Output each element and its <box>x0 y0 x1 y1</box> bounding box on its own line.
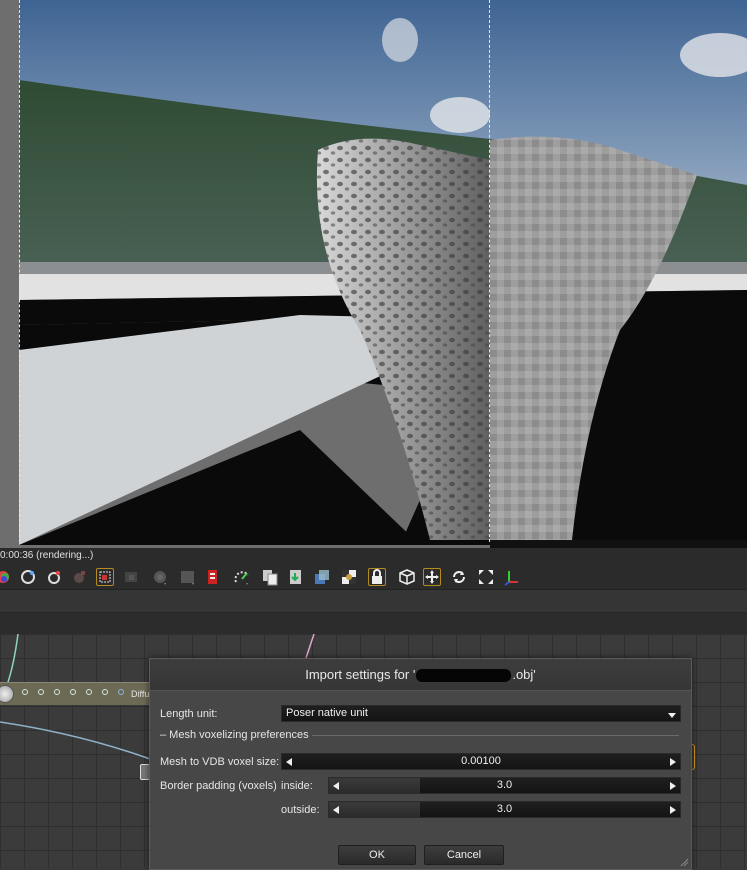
redacted-filename <box>416 669 512 683</box>
download-icon[interactable] <box>287 568 305 586</box>
move-icon[interactable] <box>423 568 441 586</box>
node-port[interactable] <box>22 689 28 695</box>
status-bar: 0:00:36 (rendering...) <box>0 548 747 565</box>
render-icon[interactable] <box>0 568 12 586</box>
border-padding-label: Border padding (voxels) <box>160 780 277 792</box>
inside-value: 3.0 <box>496 779 513 791</box>
chevron-down-icon <box>668 713 676 718</box>
node-port[interactable] <box>86 689 92 695</box>
cancel-button[interactable]: Cancel <box>424 845 504 865</box>
outside-label: outside: <box>281 804 320 816</box>
voxel-size-label: Mesh to VDB voxel size: <box>160 756 280 768</box>
expand-icon[interactable] <box>477 568 495 586</box>
import-settings-dialog: Import settings for ' .obj' Length unit: … <box>149 658 692 870</box>
render-toolbar <box>0 565 747 590</box>
grayed-render-icon[interactable] <box>122 568 140 586</box>
outside-slider[interactable]: 3.0 <box>328 801 681 818</box>
length-unit-label: Length unit: <box>160 708 218 720</box>
axes-icon[interactable] <box>503 568 521 586</box>
length-unit-value: Poser native unit <box>286 707 368 719</box>
node-port[interactable] <box>54 689 60 695</box>
tag-icon[interactable] <box>204 568 222 586</box>
panel-header <box>0 590 747 613</box>
solid-box-icon[interactable] <box>179 568 197 586</box>
dialog-title-suffix: .obj' <box>512 667 536 682</box>
camera-icon[interactable] <box>151 568 169 586</box>
materials-icon[interactable] <box>19 568 37 586</box>
increment-arrow-icon[interactable] <box>670 782 676 790</box>
node-label: Diffu <box>131 689 150 699</box>
node-port[interactable] <box>118 689 124 695</box>
ghost-icon[interactable] <box>70 568 88 586</box>
dialog-title: Import settings for ' .obj' <box>150 659 691 691</box>
rotate-icon[interactable] <box>450 568 468 586</box>
node-port[interactable] <box>38 689 44 695</box>
sparkle-icon[interactable] <box>233 568 251 586</box>
light-icon[interactable] <box>45 568 63 586</box>
node-preview-knob[interactable] <box>0 685 14 703</box>
inside-slider[interactable]: 3.0 <box>328 777 681 794</box>
layers-icon[interactable] <box>313 568 331 586</box>
increment-arrow-icon[interactable] <box>670 758 676 766</box>
render-region-marquee[interactable] <box>19 0 490 542</box>
resize-grip-icon[interactable] <box>679 857 689 867</box>
panel-subheader <box>0 613 747 634</box>
section-divider <box>312 735 679 736</box>
outside-value: 3.0 <box>496 803 513 815</box>
node-port[interactable] <box>70 689 76 695</box>
voxel-size-spinner[interactable]: 0.00100 <box>281 753 681 770</box>
render-viewport[interactable] <box>0 0 747 548</box>
voxel-size-value: 0.00100 <box>461 755 501 767</box>
checker-icon[interactable] <box>340 568 358 586</box>
increment-arrow-icon[interactable] <box>670 806 676 814</box>
inside-label: inside: <box>281 780 313 792</box>
cube-icon[interactable] <box>398 568 416 586</box>
dialog-title-prefix: Import settings for ' <box>305 667 416 682</box>
node-port[interactable] <box>102 689 108 695</box>
copy-icon[interactable] <box>261 568 279 586</box>
render-status-text: 0:00:36 (rendering...) <box>0 550 94 561</box>
section-label: – Mesh voxelizing preferences <box>160 729 309 741</box>
shader-node[interactable]: Diffu <box>0 682 160 705</box>
lock-icon[interactable] <box>368 568 386 586</box>
length-unit-select[interactable]: Poser native unit <box>281 705 681 722</box>
area-render-icon[interactable] <box>96 568 114 586</box>
ok-button[interactable]: OK <box>338 845 416 865</box>
